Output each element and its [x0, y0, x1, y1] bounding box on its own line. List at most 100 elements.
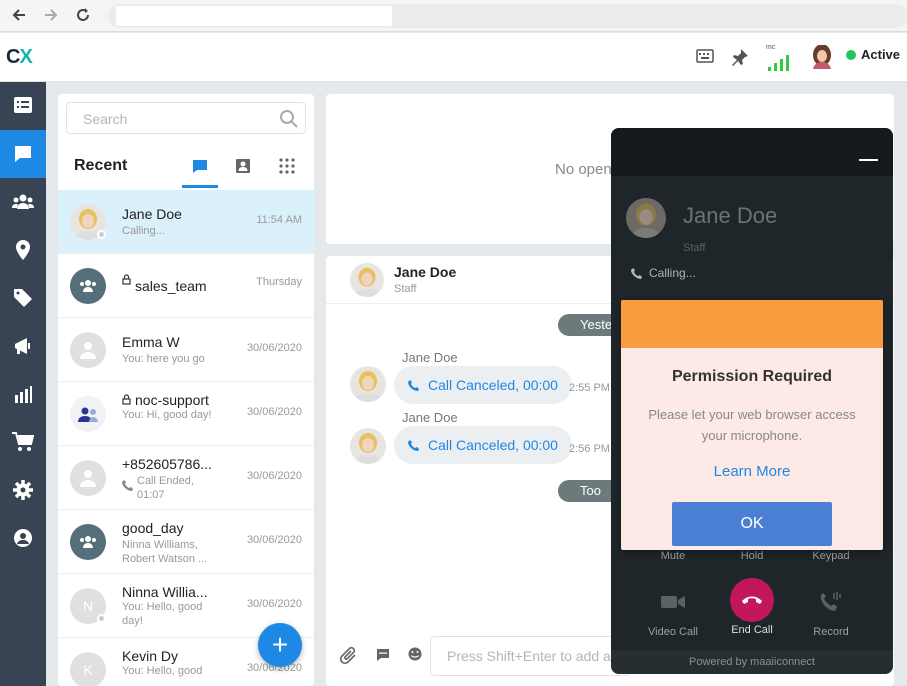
sidebar-item-location[interactable]	[0, 226, 46, 274]
list-icon	[14, 97, 32, 113]
list-item[interactable]: noc-support You: Hi, good day! 30/06/202…	[58, 382, 314, 446]
new-conversation-button[interactable]: +	[258, 623, 302, 667]
list-item[interactable]: Jane Doe Calling... 11:54 AM	[58, 190, 314, 254]
reload-icon[interactable]	[72, 4, 94, 26]
chat-icon	[15, 146, 31, 162]
megaphone-icon	[15, 338, 30, 354]
keypad-button[interactable]: Keypad	[791, 550, 871, 562]
sidebar-item-shop[interactable]	[0, 418, 46, 466]
cart-icon	[12, 432, 34, 451]
call-status-text: Calling...	[649, 266, 696, 280]
conversation-name: Emma W	[122, 334, 180, 350]
signal-strength-icon	[768, 53, 794, 76]
conversation-name: +852605786...	[122, 456, 212, 472]
forward-icon[interactable]	[40, 4, 62, 26]
phone-icon	[408, 440, 419, 451]
sidebar-item-contacts[interactable]	[0, 178, 46, 226]
record-button[interactable]: Record	[791, 582, 871, 638]
sidebar-item-settings[interactable]	[0, 466, 46, 514]
conversation-preview: You: here you go	[122, 353, 205, 365]
conversation-list-panel: Search Recent Jane Doe Calling... 11:54 …	[58, 94, 314, 686]
sidebar-item-tags[interactable]	[0, 274, 46, 322]
group-icon	[78, 407, 98, 422]
search-placeholder: Search	[83, 111, 128, 127]
status-label: Active	[861, 47, 901, 62]
conversation-preview: You: Hi, good day!	[122, 409, 212, 421]
list-item[interactable]: sales_team Thursday	[58, 254, 314, 318]
chat-icon	[193, 160, 207, 173]
video-camera-icon	[661, 596, 685, 608]
lock-icon	[122, 274, 131, 285]
grid-icon	[279, 158, 295, 174]
chat-contact-name: Jane Doe	[394, 264, 457, 280]
caller-role: Staff	[683, 242, 706, 254]
sms-icon[interactable]	[376, 648, 390, 662]
search-icon[interactable]	[279, 109, 299, 129]
group-icon	[12, 194, 34, 209]
minimize-button[interactable]	[859, 159, 878, 161]
end-call-label: End Call	[731, 624, 773, 636]
user-avatar[interactable]	[811, 44, 833, 69]
hold-button[interactable]: Hold	[712, 550, 792, 562]
user-circle-icon	[14, 529, 32, 547]
location-pin-icon	[16, 240, 30, 260]
tab-apps[interactable]	[275, 154, 299, 178]
list-item[interactable]: Emma W You: here you go 30/06/2020	[58, 318, 314, 382]
permission-dialog: Permission Required Please let your web …	[621, 300, 883, 550]
logo: CX	[6, 46, 33, 68]
conversation-time: 30/06/2020	[246, 598, 302, 610]
powered-by: Powered by maaiiconnect	[611, 650, 893, 674]
call-message-bubble: Call Canceled, 00:00	[394, 366, 572, 404]
avatar	[350, 428, 386, 464]
status-dot	[846, 49, 856, 60]
call-ended-icon	[122, 480, 133, 491]
end-call-button[interactable]: End Call	[712, 578, 792, 636]
conversation-time: 30/06/2020	[246, 470, 302, 482]
conversation-preview: Ninna Williams, Robert Watson ...	[122, 539, 208, 565]
avatar	[70, 460, 106, 496]
keyboard-icon[interactable]	[696, 49, 714, 68]
lock-icon	[122, 394, 131, 405]
message-sender: Jane Doe	[402, 410, 458, 425]
chart-icon	[15, 386, 32, 403]
tab-chats[interactable]	[188, 154, 212, 178]
pin-icon[interactable]	[731, 48, 749, 71]
message-sender: Jane Doe	[402, 350, 458, 365]
paperclip-icon[interactable]	[340, 646, 358, 666]
emoji-icon[interactable]	[408, 647, 422, 661]
conversation-time: 11:54 AM	[256, 214, 302, 226]
sidebar-item-dashboard[interactable]	[0, 82, 46, 130]
mute-button[interactable]: Mute	[633, 550, 713, 562]
list-item[interactable]: good_day Ninna Williams, Robert Watson .…	[58, 510, 314, 574]
presence-dot	[97, 230, 106, 239]
contact-book-icon	[236, 159, 250, 173]
sidebar-item-chat[interactable]	[0, 130, 46, 178]
tag-icon	[14, 289, 32, 307]
conversation-name: Ninna Willia...	[122, 584, 208, 600]
mute-label: Mute	[660, 550, 686, 562]
hangup-icon	[742, 596, 762, 604]
learn-more-link[interactable]: Learn More	[621, 463, 883, 480]
chat-contact-role: Staff	[394, 283, 417, 295]
tab-contacts[interactable]	[231, 154, 255, 178]
sidebar-item-campaigns[interactable]	[0, 322, 46, 370]
message-input[interactable]: Press Shift+Enter to add a	[430, 636, 630, 676]
sidebar	[0, 82, 46, 686]
video-call-button[interactable]: Video Call	[633, 582, 713, 638]
sidebar-item-profile[interactable]	[0, 514, 46, 562]
phone-icon	[408, 380, 419, 391]
record-label: Record	[813, 626, 849, 638]
presence-status[interactable]: Active	[846, 47, 900, 62]
call-status: Calling...	[631, 266, 696, 280]
conversation-name: Jane Doe	[122, 206, 182, 222]
back-icon[interactable]	[8, 4, 30, 26]
caller-avatar	[626, 198, 666, 238]
list-item[interactable]: +852605786... Call Ended, 01:07 30/06/20…	[58, 446, 314, 510]
avatar	[70, 524, 106, 560]
ok-button[interactable]: OK	[672, 502, 832, 546]
address-input[interactable]	[116, 6, 392, 26]
sidebar-item-analytics[interactable]	[0, 370, 46, 418]
dialog-header-bar	[621, 300, 883, 348]
search-input[interactable]: Search	[66, 102, 306, 134]
avatar	[70, 332, 106, 368]
